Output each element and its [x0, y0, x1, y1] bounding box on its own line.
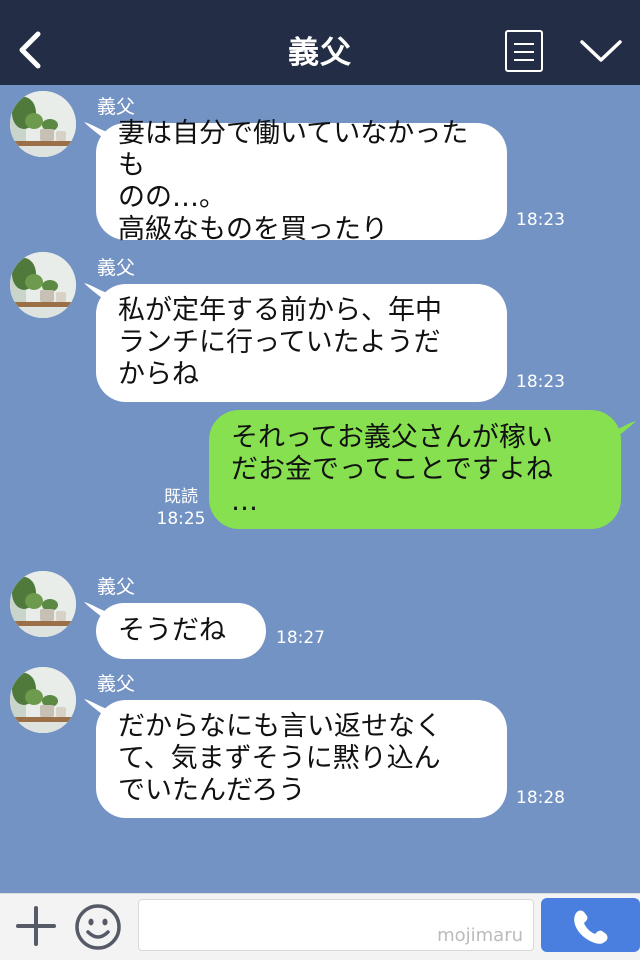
plus-icon: [16, 906, 56, 946]
message-text: 私が定年する前から、年中 ランチに行っていたようだ からね: [118, 295, 442, 390]
message-time: 18:28: [516, 788, 565, 808]
message-text: 妻は自分で働いていなかったも のの…。 高級なものを買ったり: [118, 117, 469, 245]
call-button[interactable]: [541, 898, 640, 952]
read-receipt: 既読 18:25: [156, 486, 206, 530]
menu-list-icon: [514, 43, 534, 45]
plant-avatar-icon: [10, 252, 76, 318]
chat-title: 義父: [288, 35, 352, 71]
avatar[interactable]: [10, 252, 76, 318]
sender-name: 義父: [97, 96, 136, 118]
add-button[interactable]: [14, 904, 58, 948]
collapse-button[interactable]: [578, 36, 624, 66]
message-bubble[interactable]: 私が定年する前から、年中 ランチに行っていたようだ からね: [96, 284, 507, 402]
message-bubble[interactable]: 妻は自分で働いていなかったも のの…。 高級なものを買ったり: [96, 118, 507, 245]
plant-avatar-icon: [10, 571, 76, 637]
message-time: 18:23: [516, 372, 565, 392]
message-bubble[interactable]: だからなにも言い返せなく て、気まずそうに黙り込ん でいたんだろう: [96, 700, 507, 818]
plant-avatar-icon: [10, 91, 76, 157]
message-bubble[interactable]: それってお義父さんが稼い だお金でってことですよね …: [209, 410, 621, 529]
message-time: 18:25: [156, 509, 206, 529]
input-bar: mojimaru: [0, 893, 640, 960]
avatar[interactable]: [10, 667, 76, 733]
phone-icon: [574, 910, 608, 944]
message-text: それってお義父さんが稼い だお金でってことですよね …: [231, 421, 553, 517]
chat-header: 義父: [0, 0, 640, 85]
message-text: そうだね: [118, 615, 226, 646]
emoji-button[interactable]: [73, 902, 123, 952]
message-time: 18:23: [516, 210, 565, 230]
read-label: 既読: [164, 487, 198, 507]
emoji-icon: [75, 904, 121, 950]
message-bubble[interactable]: そうだね: [96, 603, 266, 659]
chat-area[interactable]: 義父 妻は自分で働いていなかったも のの…。 高級なものを買ったり 18:23 …: [0, 85, 640, 893]
chevron-down-icon: [580, 40, 622, 62]
sender-name: 義父: [97, 673, 136, 695]
menu-button[interactable]: [505, 30, 543, 72]
avatar[interactable]: [10, 91, 76, 157]
sender-name: 義父: [97, 257, 136, 279]
message-time: 18:27: [276, 628, 325, 648]
message-input[interactable]: mojimaru: [138, 899, 534, 951]
watermark: mojimaru: [437, 925, 523, 946]
message-text: だからなにも言い返せなく て、気まずそうに黙り込ん でいたんだろう: [118, 711, 442, 806]
sender-name: 義父: [97, 576, 136, 598]
plant-avatar-icon: [10, 667, 76, 733]
avatar[interactable]: [10, 571, 76, 637]
